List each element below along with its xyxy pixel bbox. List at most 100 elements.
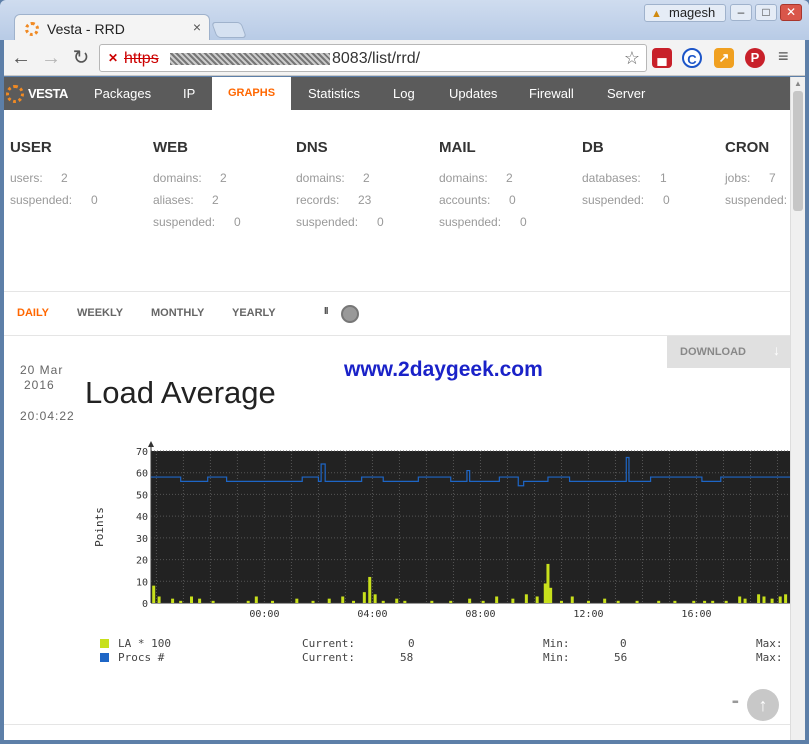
pause-button[interactable]: II — [324, 306, 328, 317]
nav-server[interactable]: Server — [607, 77, 645, 110]
forward-arrow-icon[interactable]: → — [40, 46, 62, 70]
chart-bar — [171, 598, 175, 603]
chart-bar — [603, 598, 607, 603]
chart-bar — [743, 598, 747, 603]
chart-bar — [381, 600, 385, 603]
url-path: 8083/list/rrd/ — [332, 50, 421, 67]
y-axis-arrow — [148, 441, 154, 447]
chart-bar — [152, 585, 156, 603]
nav-statistics[interactable]: Statistics — [308, 77, 360, 110]
stat-row: records: 23 — [296, 193, 372, 207]
chart-bar — [635, 600, 639, 603]
trend-extension-icon[interactable]: ↗ — [714, 48, 734, 68]
stat-row: domains: 2 — [153, 171, 227, 185]
maximize-button[interactable]: □ — [755, 4, 777, 21]
pinterest-icon[interactable]: P — [745, 48, 765, 68]
chart-bar — [546, 563, 550, 603]
train-extension-icon[interactable]: ▄ — [652, 48, 672, 68]
y-tick-label: 10 — [136, 577, 148, 588]
scrollbar-thumb[interactable] — [793, 91, 803, 211]
stat-row: suspended: 0 — [296, 215, 384, 229]
chart-bar — [295, 598, 299, 603]
legend-swatch-procs — [100, 653, 109, 662]
nav-graphs[interactable]: GRAPHS — [212, 77, 291, 110]
c-extension-icon[interactable]: C — [682, 48, 702, 68]
bookmark-star-icon[interactable]: ☆ — [624, 48, 640, 69]
x-tick-label: 16:00 — [681, 609, 711, 620]
nav-firewall[interactable]: Firewall — [529, 77, 574, 110]
x-tick-label: 00:00 — [249, 609, 279, 620]
chart-bar — [586, 600, 590, 603]
chart-bar — [368, 576, 372, 603]
nav-packages[interactable]: Packages — [94, 77, 151, 110]
stat-row: aliases: 2 — [153, 193, 219, 207]
tab-title: Vesta - RRD — [47, 21, 125, 37]
stats-db[interactable]: DB databases: 1 suspended: 0 — [582, 139, 722, 215]
address-bar[interactable]: ✕ https 8083/list/rrd/ ☆ — [99, 44, 647, 72]
legend-max-label: Max: — [756, 637, 783, 650]
chart-bar — [449, 600, 453, 603]
chart-bar — [495, 596, 499, 603]
url-protocol: https — [124, 50, 159, 67]
divider — [4, 724, 790, 725]
download-button[interactable]: DOWNLOAD ↓ — [667, 336, 790, 368]
chart-bar — [352, 600, 356, 603]
chart-bar — [616, 600, 620, 603]
chart-bar — [524, 594, 528, 603]
profile-button[interactable]: ▲ magesh — [644, 4, 726, 22]
scroll-to-top-button[interactable]: ↑ — [747, 689, 779, 721]
vesta-logo-icon — [6, 85, 24, 103]
window-close-button[interactable]: ✕ — [780, 4, 802, 21]
stats-db-title: DB — [582, 139, 604, 156]
scroll-up-icon[interactable]: ▲ — [794, 79, 802, 88]
stat-row: suspended: 0 — [10, 193, 98, 207]
stats-dns[interactable]: DNS domains: 2 records: 23 suspended: 0 — [296, 139, 436, 237]
reload-icon[interactable]: ↻ — [70, 46, 92, 70]
tab-yearly[interactable]: YEARLY — [232, 307, 276, 319]
chart-bar — [724, 600, 728, 603]
watermark-text: www.2daygeek.com — [344, 358, 543, 381]
tab-monthly[interactable]: MONTHLY — [151, 307, 204, 319]
back-arrow-icon[interactable]: ← — [10, 46, 32, 70]
url-redacted-host — [170, 53, 330, 65]
menu-icon[interactable]: ≡ — [778, 46, 789, 67]
legend-min-label: Min: — [543, 637, 570, 650]
minimize-button[interactable]: – — [730, 4, 752, 21]
stats-user[interactable]: USER users: 2 suspended: 0 — [10, 139, 150, 215]
vesta-logo[interactable]: VESTA — [6, 85, 68, 103]
top-navigation: VESTA Packages IP GRAPHS Statistics Log … — [4, 77, 790, 110]
download-arrow-icon: ↓ — [773, 342, 780, 358]
chart-bar — [271, 600, 275, 603]
window-titlebar: Vesta - RRD × ▲ magesh – □ ✕ — [0, 0, 809, 42]
divider — [4, 291, 790, 292]
stats-cron[interactable]: CRON jobs: 7 suspended: — [725, 139, 790, 215]
chart-bar — [757, 594, 761, 603]
legend-min-value: 0 — [620, 637, 627, 650]
chart-bar — [543, 583, 547, 603]
legend-current-label: Current: — [302, 637, 355, 650]
tab-close-icon[interactable]: × — [193, 19, 201, 35]
stat-row: suspended: 0 — [582, 193, 670, 207]
page-scrollbar[interactable]: ▲ — [790, 77, 805, 740]
nav-ip[interactable]: IP — [183, 77, 195, 110]
refresh-timer-icon[interactable] — [341, 305, 359, 323]
legend-max-label: Max: — [756, 651, 783, 664]
chart-bar — [327, 598, 331, 603]
x-tick-label: 12:00 — [573, 609, 603, 620]
stat-row: databases: 1 — [582, 171, 667, 185]
nav-updates[interactable]: Updates — [449, 77, 497, 110]
graph-date-year: 2016 — [24, 378, 55, 392]
graph-title: Load Average — [85, 375, 276, 410]
new-tab-button[interactable] — [211, 22, 247, 38]
tab-weekly[interactable]: WEEKLY — [77, 307, 123, 319]
chart-bar — [403, 600, 407, 603]
vesta-favicon-icon — [25, 22, 39, 36]
stats-mail[interactable]: MAIL domains: 2 accounts: 0 suspended: 0 — [439, 139, 579, 237]
stat-row: suspended: — [725, 193, 788, 207]
insecure-lock-icon: ✕ — [108, 51, 119, 65]
stats-web[interactable]: WEB domains: 2 aliases: 2 suspended: 0 — [153, 139, 293, 237]
nav-log[interactable]: Log — [393, 77, 415, 110]
browser-tab[interactable]: Vesta - RRD × — [14, 14, 210, 42]
chart-bar — [559, 600, 563, 603]
tab-daily[interactable]: DAILY — [17, 307, 49, 319]
